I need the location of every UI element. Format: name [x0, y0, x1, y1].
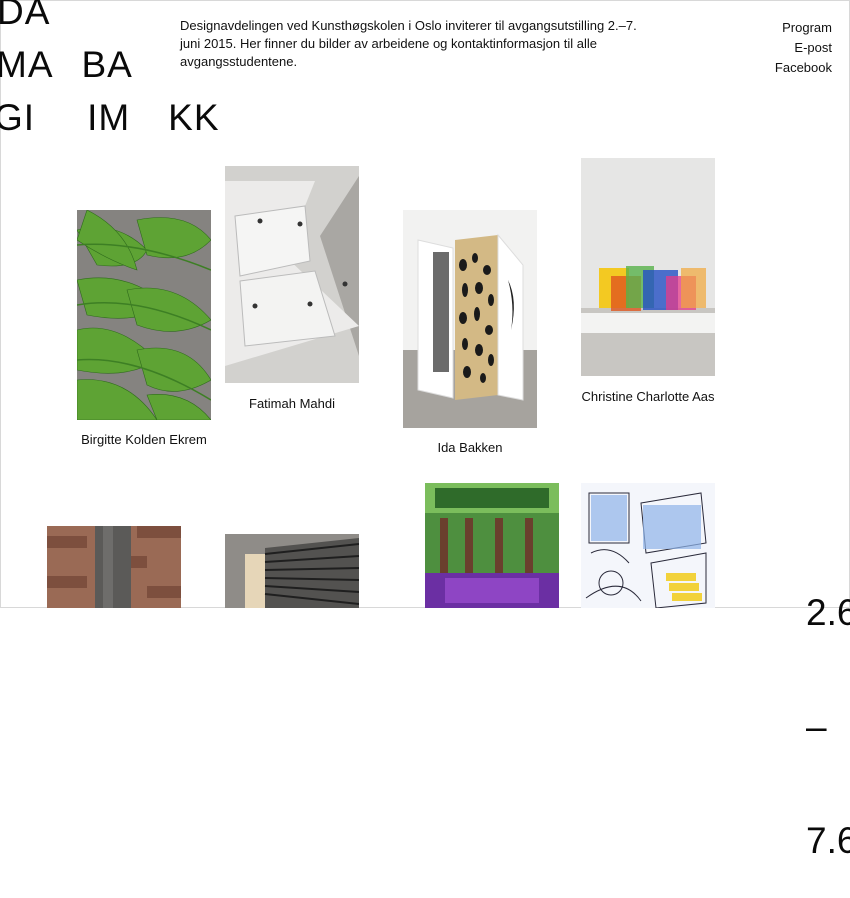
- student-card[interactable]: [47, 526, 181, 608]
- student-card-birgitte[interactable]: Birgitte Kolden Ekrem: [77, 210, 211, 470]
- student-card-fatimah[interactable]: Fatimah Mahdi: [225, 166, 359, 416]
- logo-letters: IM: [87, 97, 131, 138]
- nav-link-email[interactable]: E-post: [775, 38, 832, 58]
- project-thumbnail[interactable]: [403, 210, 537, 428]
- date-start: 2.6: [806, 592, 850, 633]
- student-card[interactable]: [425, 483, 559, 608]
- project-thumbnail[interactable]: [47, 526, 181, 608]
- intro-text: Designavdelingen ved Kunsthøgskolen i Os…: [180, 18, 637, 69]
- student-name[interactable]: Ida Bakken: [383, 439, 557, 457]
- logo-letters: MA: [0, 44, 54, 85]
- student-card-christine[interactable]: Christine Charlotte Aas: [581, 158, 715, 428]
- date-end: 7.6: [806, 820, 850, 861]
- top-nav: Program E-post Facebook: [775, 18, 832, 78]
- logo-letters: BA: [81, 44, 133, 85]
- project-thumbnail[interactable]: [225, 166, 359, 383]
- student-name[interactable]: Christine Charlotte Aas: [561, 388, 735, 406]
- project-thumbnail[interactable]: [581, 483, 715, 608]
- logo-letters: KK: [168, 97, 220, 138]
- nav-link-facebook[interactable]: Facebook: [775, 58, 832, 78]
- student-card-ida[interactable]: Ida Bakken: [403, 210, 537, 470]
- project-thumbnail[interactable]: [425, 483, 559, 608]
- student-card[interactable]: [225, 534, 359, 608]
- nav-link-program[interactable]: Program: [775, 18, 832, 38]
- logo-letters: GI: [0, 97, 36, 138]
- logo-letters: DA: [0, 0, 51, 32]
- exhibition-dates: 2.6 – 7.6: [806, 518, 850, 898]
- project-thumbnail[interactable]: [581, 158, 715, 376]
- project-thumbnail[interactable]: [225, 534, 359, 608]
- date-dash: –: [806, 706, 827, 747]
- student-name[interactable]: Fatimah Mahdi: [205, 395, 379, 413]
- project-thumbnail[interactable]: [77, 210, 211, 420]
- student-card[interactable]: [581, 483, 715, 608]
- student-name[interactable]: Birgitte Kolden Ekrem: [57, 431, 231, 449]
